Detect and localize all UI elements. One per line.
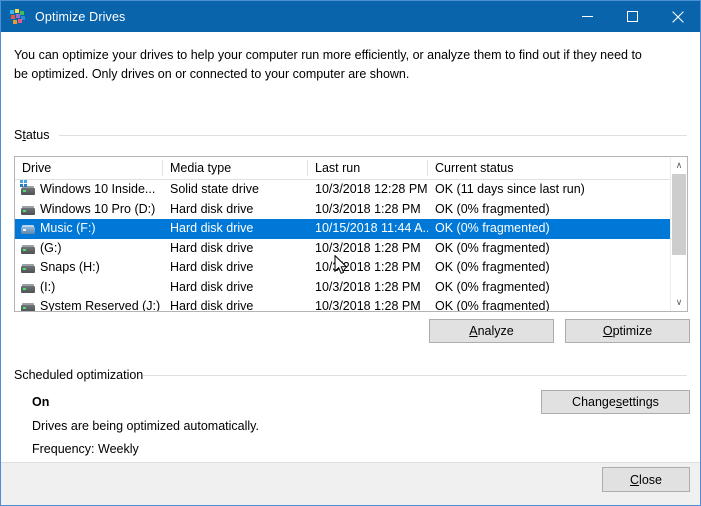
table-row[interactable]: (G:)Hard disk drive10/3/2018 1:28 PMOK (… [15,239,671,259]
status-group-divider [59,135,687,136]
drives-list-scrollbar[interactable]: ∧ ∨ [670,157,687,311]
drives-list[interactable]: Drive Media type Last run Current status… [14,156,688,312]
maximize-icon [627,11,638,22]
cell-last-run: 10/3/2018 1:28 PM [308,258,428,278]
analyze-button[interactable]: Analyze [429,319,554,343]
drives-list-header: Drive Media type Last run Current status [15,157,687,180]
dialog-footer [1,462,700,506]
cell-current-status: OK (0% fragmented) [428,297,671,311]
window-content: You can optimize your drives to help you… [1,32,700,462]
cell-media-type: Hard disk drive [163,239,308,259]
cell-last-run: 10/15/2018 11:44 A... [308,219,428,239]
minimize-button[interactable] [565,1,610,32]
title-bar[interactable]: Optimize Drives [1,1,700,32]
cell-drive: Windows 10 Pro (D:) [15,200,163,220]
description-text: You can optimize your drives to help you… [14,46,659,84]
schedule-frequency: Frequency: Weekly [32,442,139,456]
close-button[interactable] [655,1,700,32]
change-settings-button[interactable]: Change settings [541,390,690,414]
cell-media-type: Hard disk drive [163,278,308,298]
status-group-label: Status [14,128,56,142]
drives-list-body: Windows 10 Inside...Solid state drive10/… [15,180,671,311]
table-row[interactable]: Windows 10 Inside...Solid state drive10/… [15,180,671,200]
cell-last-run: 10/3/2018 1:28 PM [308,278,428,298]
column-header-last-run[interactable]: Last run [308,157,428,179]
cell-media-type: Hard disk drive [163,200,308,220]
cell-media-type: Hard disk drive [163,297,308,311]
cell-current-status: OK (0% fragmented) [428,278,671,298]
close-accel-char: C [630,473,639,487]
cell-drive: (G:) [15,239,163,259]
cell-last-run: 10/3/2018 1:28 PM [308,239,428,259]
scheduled-group-label: Scheduled optimization [14,368,150,382]
cell-current-status: OK (0% fragmented) [428,219,671,239]
schedule-description: Drives are being optimized automatically… [32,419,259,433]
cell-drive: Music (F:) [15,219,163,239]
close-icon [672,11,684,23]
optimize-button[interactable]: Optimize [565,319,690,343]
optimize-drives-window: Optimize Drives You can optimize your dr… [0,0,701,506]
cell-media-type: Solid state drive [163,180,308,200]
column-divider[interactable] [162,160,163,176]
column-divider[interactable] [427,160,428,176]
cell-last-run: 10/3/2018 12:28 PM [308,180,428,200]
optimize-accel-char: O [603,324,613,338]
column-header-current-status[interactable]: Current status [428,157,671,179]
cell-drive: Snaps (H:) [15,258,163,278]
cell-media-type: Hard disk drive [163,258,308,278]
scroll-up-icon[interactable]: ∧ [671,157,687,174]
cell-current-status: OK (0% fragmented) [428,239,671,259]
cell-drive: Windows 10 Inside... [15,180,163,200]
caption-buttons [565,1,700,32]
scroll-down-icon[interactable]: ∨ [671,294,687,311]
table-row[interactable]: Music (F:)Hard disk drive10/15/2018 11:4… [15,219,671,239]
cell-current-status: OK (0% fragmented) [428,258,671,278]
schedule-state: On [32,395,49,409]
table-row[interactable]: Windows 10 Pro (D:)Hard disk drive10/3/2… [15,200,671,220]
column-header-drive[interactable]: Drive [15,157,163,179]
cell-last-run: 10/3/2018 1:28 PM [308,200,428,220]
analyze-accel-char: A [469,324,477,338]
column-divider[interactable] [307,160,308,176]
cell-media-type: Hard disk drive [163,219,308,239]
table-row[interactable]: System Reserved (J:)Hard disk drive10/3/… [15,297,671,311]
close-dialog-button[interactable]: Close [602,467,690,492]
maximize-button[interactable] [610,1,655,32]
scheduled-group-divider [143,375,687,376]
window-title: Optimize Drives [35,10,125,24]
defrag-icon [10,9,26,25]
minimize-icon [582,11,593,22]
cell-current-status: OK (0% fragmented) [428,200,671,220]
cell-last-run: 10/3/2018 1:28 PM [308,297,428,311]
column-header-media-type[interactable]: Media type [163,157,308,179]
scrollbar-track[interactable] [671,174,687,294]
scrollbar-thumb[interactable] [672,174,686,255]
table-row[interactable]: Snaps (H:)Hard disk drive10/3/2018 1:28 … [15,258,671,278]
table-row[interactable]: (I:)Hard disk drive10/3/2018 1:28 PMOK (… [15,278,671,298]
cell-drive: System Reserved (J:) [15,297,163,311]
cell-current-status: OK (11 days since last run) [428,180,671,200]
cell-drive: (I:) [15,278,163,298]
